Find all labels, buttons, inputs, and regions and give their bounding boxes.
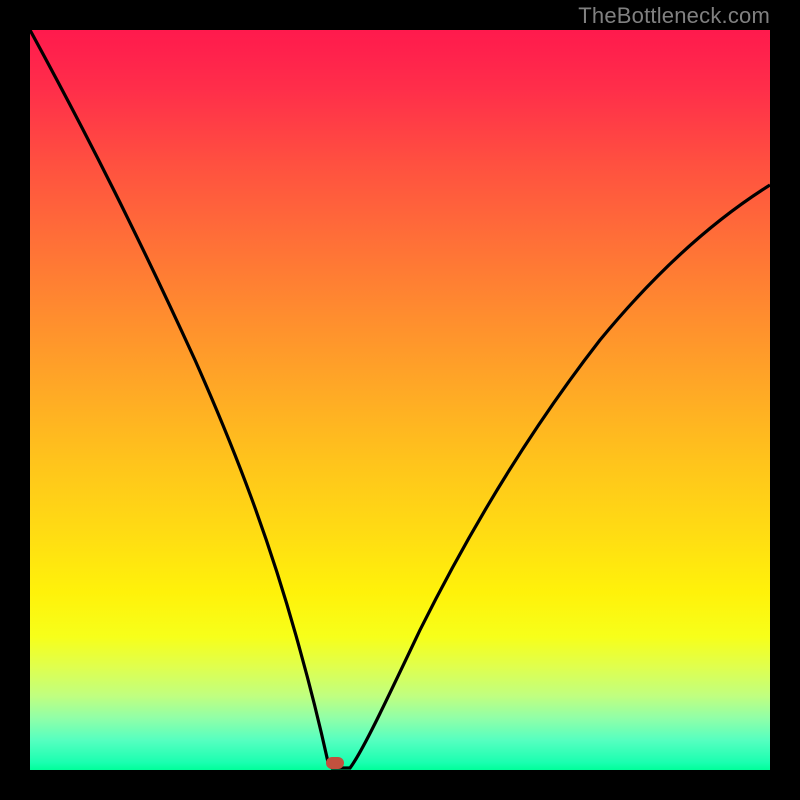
bottleneck-curve bbox=[30, 30, 770, 768]
curve-layer bbox=[30, 30, 770, 770]
optimal-point-marker bbox=[326, 757, 344, 769]
watermark-text: TheBottleneck.com bbox=[578, 3, 770, 29]
plot-area bbox=[30, 30, 770, 770]
chart-frame: TheBottleneck.com bbox=[0, 0, 800, 800]
